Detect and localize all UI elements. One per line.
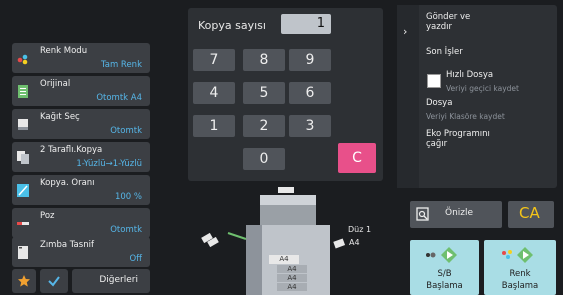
copies-label: Kopya sayısı [198,19,266,32]
call-program-button[interactable]: Eko Programını çağır [420,126,557,154]
quick-file-checkbox[interactable] [427,74,441,88]
menu-value: Otomtk [110,126,142,136]
menu-value: Off [129,254,142,264]
key-8[interactable]: 8 [243,49,285,71]
menu-original[interactable]: Orijinal Otomtk A4 [12,76,150,106]
menu-label: Renk Modu [40,46,88,56]
check-button[interactable] [40,269,68,293]
menu-color-mode[interactable]: Renk Modu Tam Renk [12,43,150,73]
menu-label: Kopya. Oranı [40,178,95,188]
menu-staple-sort[interactable]: Zımba Tasnif Off [12,237,150,267]
menu-label: Orijinal [40,79,71,89]
key-6[interactable]: 6 [289,82,331,104]
key-4[interactable]: 4 [193,82,235,104]
menu-value: Tam Renk [100,60,142,70]
send-and-print-button[interactable]: Gönder ve yazdır [420,8,557,38]
menu-copy-ratio[interactable]: Kopya. Oranı 100 % [12,175,150,205]
zoom-ratio-icon [17,184,29,197]
tray-1[interactable]: A4 [269,255,299,264]
clear-button[interactable]: C [338,143,376,173]
copies-input[interactable]: 1 [281,14,331,34]
tray-4[interactable]: A4 [277,283,307,291]
call-program-label: Eko Programını çağır [426,129,490,149]
others-label: Diğerleri [99,275,138,285]
key-1[interactable]: 1 [193,115,235,137]
quick-file-sub: Veriyi geçici kaydet [446,84,519,93]
color-start-icon [502,247,533,263]
menu-label: 2 Taraflı.Kopya [40,145,103,155]
output-tray-label: Düz 1 [348,225,372,234]
color-start-button[interactable]: Renk Başlama [484,240,556,295]
menu-label: Poz [40,211,55,221]
menu-value: 100 % [114,192,142,202]
key-7[interactable]: 7 [193,49,235,71]
preview-label: Önizle [445,208,474,218]
copies-value: 1 [316,16,325,31]
color-start-label: Renk Başlama [501,269,539,291]
menu-value: Otomtk A4 [96,93,142,103]
menu-duplex-copy[interactable]: 2 Taraflı.Kopya 1-Yüzlü→1-Yüzlü [12,142,150,172]
paper-size-label: A4 [349,238,360,247]
key-9[interactable]: 9 [289,49,331,71]
quick-file-label: Hızlı Dosya [446,70,494,80]
send-print-label: Gönder ve yazdır [426,12,471,32]
key-2[interactable]: 2 [243,115,285,137]
menu-label: Kağıt Seç [40,112,80,122]
key-3[interactable]: 3 [289,115,331,137]
recent-jobs-label: Son İşler [426,47,463,57]
file-sub: Veriyi Klasöre kaydet [426,112,505,121]
preview-button[interactable]: Önizle [410,201,502,228]
duplex-icon [17,151,29,164]
exposure-icon [17,222,29,225]
file-label: Dosya [426,98,453,108]
menu-exposure[interactable]: Poz Otomtk [12,208,150,238]
key-0[interactable]: 0 [243,148,285,170]
favorites-button[interactable] [12,269,36,293]
document-icon [18,85,28,98]
file-button[interactable]: Dosya Veriyi Klasöre kaydet [420,96,557,124]
menu-value: 1-Yüzlü→1-Yüzlü [76,159,142,169]
tray-2[interactable]: A4 [277,265,307,273]
recent-jobs-button[interactable]: Son İşler [420,42,557,60]
star-icon [18,275,30,287]
menu-label: Zımba Tasnif [40,240,94,250]
ca-button[interactable]: CA [508,201,554,228]
chevron-right-icon: › [403,25,408,38]
bw-start-icon [426,247,457,263]
menu-value: Otomtk [110,225,142,235]
staple-sort-icon [18,246,28,259]
bw-start-button[interactable]: S/B Başlama [410,240,479,295]
menu-paper-select[interactable]: Kağıt Seç Otomtk [12,109,150,139]
key-5[interactable]: 5 [243,82,285,104]
checkmark-icon [48,276,60,287]
bw-start-label: S/B Başlama [426,269,463,291]
color-mode-icon [17,54,28,65]
tray-3[interactable]: A4 [277,274,307,282]
collapse-panel-button[interactable]: › [397,5,419,188]
preview-icon [416,207,429,221]
paper-icon [18,119,28,130]
ca-label: CA [519,204,540,222]
others-button[interactable]: Diğerleri [72,269,150,293]
